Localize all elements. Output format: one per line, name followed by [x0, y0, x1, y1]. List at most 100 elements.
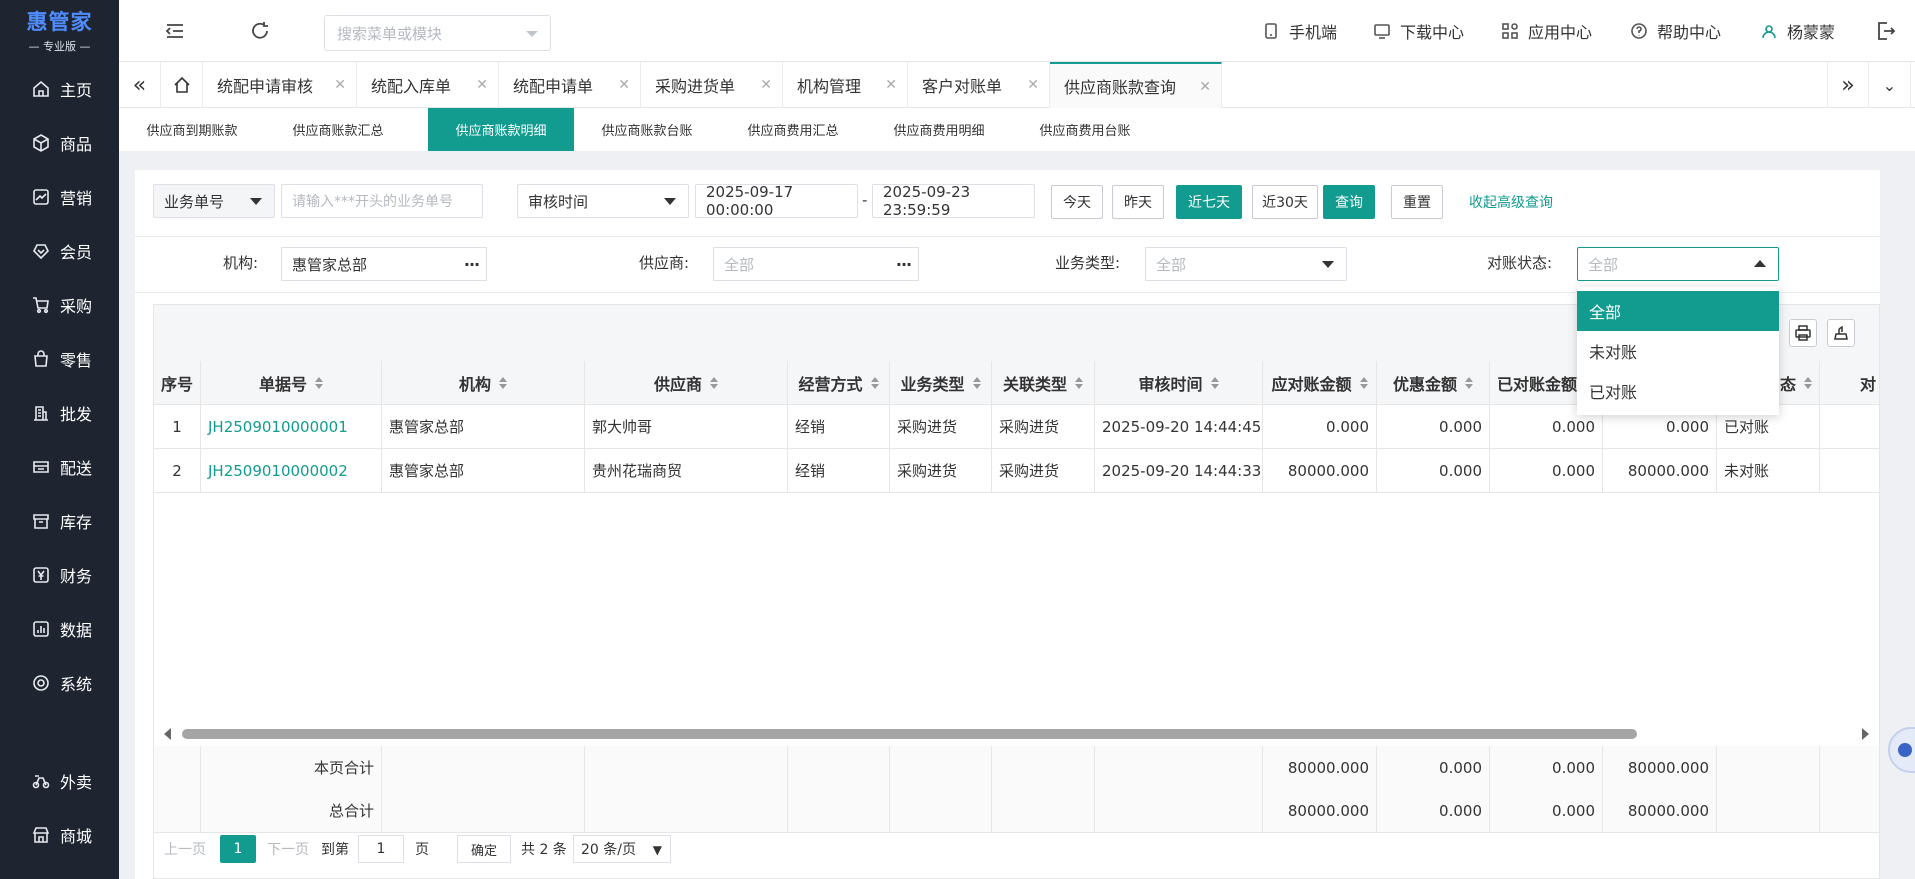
tab-allocation-apply[interactable]: 统配申请单 ✕	[499, 62, 641, 108]
cell-doc-link[interactable]: JH2509010000002	[201, 449, 382, 493]
close-icon[interactable]: ✕	[618, 77, 630, 93]
sidebar-item-system[interactable]: 系统	[0, 663, 119, 703]
logout-icon[interactable]	[1875, 20, 1897, 42]
collapse-menu-icon[interactable]	[164, 20, 186, 42]
subtab-fee-ledger[interactable]: 供应商费用台账	[1012, 108, 1158, 151]
sidebar-item-marketing[interactable]: 营销	[0, 177, 119, 217]
last-7-days-button[interactable]: 近七天	[1176, 185, 1242, 219]
close-icon[interactable]: ✕	[334, 77, 346, 93]
date-from-input[interactable]: 2025-09-17 00:00:00	[695, 183, 858, 219]
cell-doc-link[interactable]: JH2509010000001	[201, 405, 382, 449]
last-30-days-button[interactable]: 近30天	[1252, 185, 1318, 219]
tab-allocation-review[interactable]: 统配申请审核 ✕	[203, 62, 357, 108]
tabs-scroll-left-icon[interactable]: «	[119, 62, 161, 108]
download-center-link[interactable]: 下载中心	[1374, 0, 1464, 62]
col-header-amount[interactable]: 应对账金额	[1263, 361, 1377, 405]
tab-purchase-order[interactable]: 采购进货单 ✕	[641, 62, 783, 108]
sidebar-item-retail[interactable]: 零售	[0, 339, 119, 379]
sort-icon[interactable]	[1075, 376, 1083, 389]
date-to-input[interactable]: 2025-09-23 23:59:59	[872, 183, 1035, 219]
sidebar-item-home[interactable]: 主页	[0, 69, 119, 109]
floating-assistant-icon[interactable]	[1888, 727, 1915, 773]
page-size-select[interactable]: 20 条/页 ▼	[573, 835, 671, 863]
close-icon[interactable]: ✕	[476, 77, 488, 93]
close-icon[interactable]: ✕	[1199, 79, 1211, 95]
help-center-link[interactable]: 帮助中心	[1631, 0, 1721, 62]
col-header-review-time[interactable]: 审核时间	[1095, 361, 1263, 405]
sort-icon[interactable]	[972, 376, 981, 389]
subtab-fee-detail[interactable]: 供应商费用明细	[866, 108, 1012, 151]
subtab-supplier-summary[interactable]: 供应商账款汇总	[265, 108, 411, 151]
export-icon[interactable]	[1827, 319, 1855, 347]
home-tab-icon[interactable]	[161, 62, 203, 108]
sort-icon[interactable]	[1359, 376, 1368, 389]
sort-icon[interactable]	[1210, 376, 1219, 389]
col-header-next[interactable]: 对	[1820, 361, 1879, 405]
sort-icon[interactable]	[870, 376, 879, 389]
tab-org-management[interactable]: 机构管理 ✕	[783, 62, 908, 108]
col-header-rel-type[interactable]: 关联类型	[992, 361, 1095, 405]
sort-icon[interactable]	[315, 376, 323, 389]
current-page-button[interactable]: 1	[220, 835, 256, 863]
scrollbar-thumb[interactable]	[182, 729, 1637, 739]
subtab-supplier-due[interactable]: 供应商到期账款	[119, 108, 265, 151]
col-header-discount[interactable]: 优惠金额	[1377, 361, 1490, 405]
sidebar-item-inventory[interactable]: 库存	[0, 501, 119, 541]
sidebar-item-distribution[interactable]: 配送	[0, 447, 119, 487]
subtab-supplier-detail[interactable]: 供应商账款明细	[428, 108, 574, 151]
dropdown-option-all[interactable]: 全部	[1577, 291, 1779, 331]
sort-icon[interactable]	[499, 376, 507, 389]
subtab-fee-summary[interactable]: 供应商费用汇总	[720, 108, 866, 151]
tab-supplier-account-query[interactable]: 供应商账款查询 ✕	[1050, 62, 1222, 108]
col-header-biz-type[interactable]: 业务类型	[890, 361, 992, 405]
col-header-doc[interactable]: 单据号	[201, 361, 382, 405]
reset-button[interactable]: 重置	[1391, 185, 1443, 219]
dropdown-option-unreconciled[interactable]: 未对账	[1577, 331, 1779, 371]
biz-type-select[interactable]: 全部	[1145, 247, 1347, 281]
sort-icon[interactable]	[1465, 376, 1473, 389]
menu-search-input[interactable]: 搜索菜单或模块	[324, 15, 551, 51]
scroll-left-arrow-icon[interactable]	[164, 728, 171, 740]
close-icon[interactable]: ✕	[760, 77, 772, 93]
app-center-link[interactable]: 应用中心	[1502, 0, 1592, 62]
collapse-advanced-query-link[interactable]: 收起高级查询	[1469, 192, 1553, 212]
close-icon[interactable]: ✕	[1027, 77, 1039, 93]
today-button[interactable]: 今天	[1051, 185, 1103, 219]
goto-confirm-button[interactable]: 确定	[457, 835, 511, 863]
sidebar-item-mall[interactable]: 商城	[0, 815, 119, 855]
goto-page-input[interactable]: 1	[358, 835, 404, 863]
tab-customer-statement[interactable]: 客户对账单 ✕	[908, 62, 1050, 108]
subtab-supplier-ledger[interactable]: 供应商账款台账	[574, 108, 720, 151]
recon-status-select[interactable]: 全部	[1577, 247, 1779, 281]
scroll-right-arrow-icon[interactable]	[1862, 728, 1869, 740]
query-button[interactable]: 查询	[1323, 185, 1375, 219]
sidebar-item-data[interactable]: 数据	[0, 609, 119, 649]
sort-icon[interactable]	[710, 376, 718, 389]
tab-allocation-inbound[interactable]: 统配入库单 ✕	[357, 62, 499, 108]
close-icon[interactable]: ✕	[885, 77, 897, 93]
refresh-icon[interactable]	[249, 20, 271, 42]
col-header-org[interactable]: 机构	[382, 361, 585, 405]
sidebar-item-finance[interactable]: 财务	[0, 555, 119, 595]
org-input[interactable]: 惠管家总部	[281, 247, 458, 281]
org-picker-button[interactable]: ···	[457, 247, 487, 281]
doc-type-select[interactable]: 业务单号	[153, 184, 275, 218]
supplier-input[interactable]: 全部	[713, 247, 890, 281]
col-header-supplier[interactable]: 供应商	[585, 361, 788, 405]
print-icon[interactable]	[1789, 319, 1817, 347]
dropdown-option-reconciled[interactable]: 已对账	[1577, 371, 1779, 411]
sidebar-item-goods[interactable]: 商品	[0, 123, 119, 163]
next-page-button[interactable]: 下一页	[267, 839, 309, 859]
sort-icon[interactable]	[1804, 376, 1812, 389]
sidebar-item-member[interactable]: 会员	[0, 231, 119, 271]
supplier-picker-button[interactable]: ···	[889, 247, 919, 281]
mobile-link[interactable]: 手机端	[1263, 0, 1337, 62]
sidebar-item-purchase[interactable]: 采购	[0, 285, 119, 325]
prev-page-button[interactable]: 上一页	[164, 839, 206, 859]
user-menu[interactable]: 杨蒙蒙	[1761, 0, 1835, 62]
horizontal-scrollbar[interactable]	[154, 725, 1879, 741]
sidebar-item-takeaway[interactable]: 外卖	[0, 761, 119, 801]
yesterday-button[interactable]: 昨天	[1112, 185, 1164, 219]
tabs-menu-chevron-icon[interactable]: ⌄	[1869, 62, 1911, 108]
sidebar-item-wholesale[interactable]: 批发	[0, 393, 119, 433]
